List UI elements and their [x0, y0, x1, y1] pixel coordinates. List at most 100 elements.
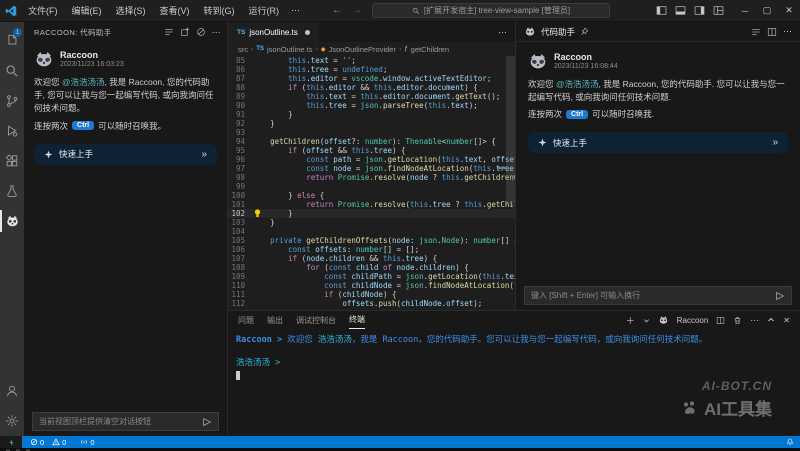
lightbulb-icon[interactable] — [254, 209, 261, 218]
toggle-sidebar-icon[interactable] — [656, 5, 667, 16]
breadcrumb-separator: › — [315, 46, 317, 53]
line-number: 105 — [228, 236, 252, 245]
new-terminal-icon[interactable]: ＋ — [626, 314, 635, 327]
overview-ruler-mark — [498, 167, 506, 169]
sidebar-chat-input[interactable]: 当前视图顶栏提供清空对话按钮 — [32, 412, 219, 431]
line-number: 90 — [228, 101, 252, 110]
trash-icon[interactable] — [733, 316, 742, 325]
account-button[interactable] — [0, 376, 24, 406]
sidebar-input-placeholder: 当前视图顶栏提供清空对话按钮 — [39, 416, 151, 427]
breadcrumb-item[interactable]: getChildren — [411, 45, 449, 54]
editor-scrollbar[interactable] — [506, 56, 515, 206]
pin-icon[interactable] — [580, 27, 589, 36]
editor-tab-bar: TS jsonOutline.ts ⋯ — [228, 22, 515, 42]
menu-overflow-button[interactable]: ⋯ — [285, 3, 306, 18]
line-number: 112 — [228, 299, 252, 308]
raccoon-activity-button[interactable] — [0, 206, 24, 236]
chevron-down-icon[interactable] — [643, 317, 650, 324]
line-number: 89 — [228, 92, 252, 101]
send-icon[interactable] — [202, 417, 212, 427]
split-editor-icon[interactable] — [767, 27, 777, 37]
assistant-header-actions: ⋯ — [751, 26, 792, 37]
history-nav: ← → — [332, 5, 362, 16]
shortcut-hint: 连按两次 Ctrl 可以随时召唤我。 — [34, 120, 217, 132]
settings-button[interactable] — [0, 406, 24, 436]
quick-start-button[interactable]: 快速上手 » — [528, 132, 788, 153]
send-icon[interactable] — [775, 291, 785, 301]
assistant-tab-label[interactable]: 代码助手 — [541, 26, 575, 38]
activity-bar: 1 — [0, 22, 24, 436]
panel-toolbar: ＋ Raccoon ⋯ ✕ — [626, 314, 790, 327]
unsaved-dot-icon[interactable] — [305, 30, 310, 35]
stop-icon[interactable] — [196, 27, 206, 37]
more-actions-icon[interactable]: ⋯ — [212, 27, 221, 38]
code-line: 102 } — [228, 209, 515, 218]
menu-item[interactable]: 文件(F) — [22, 2, 64, 19]
errors-status[interactable]: 0 — [30, 438, 44, 447]
maximize-button[interactable]: ▢ — [756, 0, 778, 22]
code-line: 98 return Promise.resolve(node ? this.ge… — [228, 173, 515, 182]
code-editor[interactable]: 85 this.text = '';86 this.tree = undefin… — [228, 56, 515, 310]
breadcrumb-item[interactable]: jsonOutline.ts — [267, 45, 312, 54]
back-icon[interactable]: ← — [332, 5, 342, 16]
notifications-button[interactable] — [786, 438, 794, 446]
assistant-input-placeholder: 键入 [Shift + Enter] 可输入换行 — [531, 290, 640, 301]
assistant-chat-input[interactable]: 键入 [Shift + Enter] 可输入换行 — [524, 286, 792, 305]
line-number: 110 — [228, 281, 252, 290]
test-activity-button[interactable] — [0, 176, 24, 206]
breadcrumb-item[interactable]: src — [238, 45, 248, 54]
menu-item[interactable]: 选择(S) — [110, 2, 152, 19]
watermark-brand: AI工具集 — [704, 395, 772, 420]
panel-tab[interactable]: 输出 — [267, 311, 283, 329]
source-control-activity-button[interactable] — [0, 86, 24, 116]
line-number: 111 — [228, 290, 252, 299]
vscode-window: 文件(F)编辑(E)选择(S)查看(V)转到(G)运行(R) ⋯ ← → [扩展… — [0, 0, 800, 451]
sidebar-raccoon: RACCOON: 代码助手 ⋯ Raccoon 2023/11/23 16:03… — [24, 22, 228, 436]
menu-item[interactable]: 转到(G) — [198, 2, 241, 19]
gear-icon — [5, 414, 19, 428]
extensions-activity-button[interactable] — [0, 146, 24, 176]
panel-tab[interactable]: 调试控制台 — [296, 311, 336, 329]
terminal-name-label[interactable]: Raccoon — [677, 316, 709, 325]
assistant-tab-bar: 代码助手 ⋯ — [516, 22, 800, 42]
minimize-button[interactable]: ─ — [734, 0, 756, 22]
code-line: 88 if (this.editor && this.editor.docume… — [228, 83, 515, 92]
remote-indicator[interactable] — [0, 436, 22, 448]
code-line: 104 — [228, 227, 515, 236]
search-activity-button[interactable] — [0, 56, 24, 86]
menu-item[interactable]: 运行(R) — [243, 2, 286, 19]
warnings-status[interactable]: 0 — [52, 438, 66, 447]
menu-item[interactable]: 查看(V) — [154, 2, 196, 19]
forward-icon[interactable]: → — [352, 5, 362, 16]
line-number: 94 — [228, 137, 252, 146]
run-debug-activity-button[interactable] — [0, 116, 24, 146]
line-number: 86 — [228, 65, 252, 74]
panel-maximize-icon[interactable] — [767, 316, 775, 324]
toggle-panel-icon[interactable] — [675, 5, 686, 16]
code-line: 85 this.text = ''; — [228, 56, 515, 65]
breadcrumb-item[interactable]: JsonOutlineProvider — [328, 45, 396, 54]
explorer-activity-button[interactable]: 1 — [0, 26, 24, 56]
code-line: 91 } — [228, 110, 515, 119]
panel-tab[interactable]: 终端 — [349, 311, 365, 329]
search-icon — [5, 64, 19, 78]
command-center-search[interactable]: [扩展开发宿主] tree-view-sample [管理员] — [372, 3, 610, 18]
toggle-secondary-sidebar-icon[interactable] — [694, 5, 705, 16]
panel-close-icon[interactable]: ✕ — [783, 316, 790, 325]
panel-more-icon[interactable]: ⋯ — [750, 315, 759, 326]
tab-jsonoutline[interactable]: TS jsonOutline.ts — [228, 22, 319, 42]
breadcrumb[interactable]: src›TSjsonOutline.ts›◆JsonOutlineProvide… — [228, 42, 515, 56]
clear-list-icon[interactable] — [751, 27, 761, 37]
quick-start-button[interactable]: 快速上手 » — [34, 144, 217, 165]
clear-list-icon[interactable] — [164, 27, 174, 37]
code-line: 109 const childPath = json.getLocation(t… — [228, 272, 515, 281]
close-button[interactable]: ✕ — [778, 0, 800, 22]
new-chat-icon[interactable] — [180, 27, 190, 37]
more-actions-icon[interactable]: ⋯ — [783, 26, 792, 37]
panel-tab[interactable]: 问题 — [238, 311, 254, 329]
ports-status[interactable]: 0 — [80, 438, 94, 447]
customize-layout-icon[interactable] — [713, 5, 724, 16]
menu-item[interactable]: 编辑(E) — [66, 2, 108, 19]
editor-actions-more-icon[interactable]: ⋯ — [498, 27, 507, 38]
split-terminal-icon[interactable] — [716, 316, 725, 325]
